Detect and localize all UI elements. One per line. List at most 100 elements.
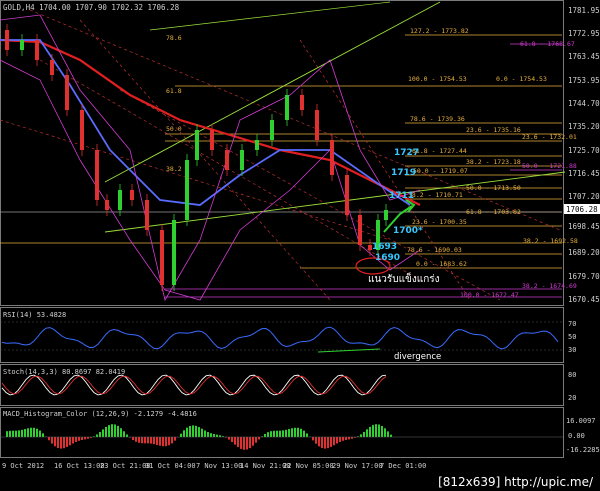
macd-bar: [348, 437, 350, 440]
fib-label: 50.0 - 1721.88: [522, 162, 577, 170]
macd-bar: [306, 433, 308, 437]
macd-bar: [174, 437, 176, 441]
current-price-marker: 1706.28: [564, 204, 600, 214]
macd-bar: [81, 437, 83, 440]
macd-bar: [288, 429, 290, 437]
macd-bar: [384, 428, 386, 437]
macd-bar: [105, 426, 107, 437]
macd-bar: [318, 437, 320, 447]
candle-body: [358, 215, 362, 245]
price-tick: 1689.20: [568, 248, 600, 257]
time-tick: 31 Oct 04:00: [145, 462, 196, 470]
macd-bar: [321, 437, 323, 449]
macd-bar: [165, 437, 167, 447]
macd-bar: [258, 437, 260, 440]
price-tick: 1753.95: [568, 76, 600, 85]
macd-bar: [78, 437, 80, 441]
candle-body: [35, 40, 39, 60]
macd-bar: [267, 432, 269, 437]
fib-label: 61.8: [166, 87, 182, 95]
macd-tick: -16.2285: [566, 446, 600, 454]
macd-bar: [186, 427, 188, 437]
level-annotation: 1690: [375, 253, 400, 263]
macd-bar: [117, 425, 119, 437]
macd-bar: [120, 428, 122, 437]
macd-bar: [24, 429, 26, 437]
candle-body: [145, 200, 149, 230]
macd-bar: [54, 437, 56, 447]
macd-bar: [291, 428, 293, 437]
candle-body: [95, 150, 99, 200]
macd-bar: [387, 431, 389, 437]
macd-bar: [339, 437, 341, 442]
candle-body: [172, 220, 176, 285]
current-price-label: 1706.28: [566, 205, 598, 214]
chart-canvas[interactable]: GOLD,H4 1704.00 1707.90 1702.32 1706.28 …: [0, 0, 600, 491]
candle-body: [160, 230, 164, 285]
fib-label: 38.2 - 1723.18: [466, 158, 521, 166]
macd-bar: [207, 432, 209, 437]
candle-body: [105, 200, 109, 210]
fib-label: 38.2 - 1710.71: [408, 191, 463, 199]
fib-label: 23.6 - 1735.16: [466, 126, 521, 134]
macd-bar: [270, 431, 272, 437]
fib-label: 0.0 - 1754.53: [496, 75, 547, 83]
macd-bar: [216, 434, 218, 437]
time-tick: 9 Oct 2012: [2, 462, 44, 470]
macd-bar: [390, 434, 392, 437]
level-annotation: 1693: [372, 242, 397, 252]
macd-bar: [66, 437, 68, 447]
fib-label: 78.6 - 1690.03: [407, 246, 462, 254]
divergence-annotation: divergence: [394, 352, 441, 362]
candle-body: [270, 120, 274, 140]
macd-bar: [102, 429, 104, 437]
candle-body: [195, 130, 199, 160]
macd-bar: [114, 424, 116, 437]
price-tick: 1707.20: [568, 192, 600, 201]
macd-bar: [282, 430, 284, 437]
macd-bar: [183, 430, 185, 437]
candle-body: [225, 150, 229, 170]
candle-body: [118, 190, 122, 210]
candle-body: [80, 110, 84, 150]
macd-bar: [123, 431, 125, 437]
macd-bar: [312, 437, 314, 441]
candle-body: [315, 110, 319, 140]
macd-bar: [144, 437, 146, 444]
candle-body: [255, 140, 259, 150]
macd-bar: [219, 435, 221, 437]
time-tick: 23 Oct 21:00: [100, 462, 151, 470]
price-tick: 1772.95: [568, 29, 600, 38]
macd-bar: [51, 437, 53, 444]
macd-bar: [39, 430, 41, 437]
macd-bar: [315, 437, 317, 444]
candle-body: [240, 150, 244, 170]
macd-bar: [345, 437, 347, 440]
macd-bar: [33, 427, 35, 437]
macd-bar: [171, 437, 173, 444]
price-tick: 1725.70: [568, 146, 600, 155]
macd-bar: [276, 430, 278, 437]
macd-bar: [243, 437, 245, 450]
macd-bar: [369, 426, 371, 437]
macd-label: MACD_Histogram_Color (12,26,9) -2.1279 -…: [3, 410, 197, 418]
candle-body: [300, 95, 304, 110]
price-tick: 1781.95: [568, 6, 600, 15]
time-tick: 29 Nov 17:00: [332, 462, 383, 470]
fib-label: 100.0 - 1754.53: [408, 75, 467, 83]
macd-bar: [336, 437, 338, 444]
candle-body: [210, 130, 214, 150]
macd-bar: [69, 437, 71, 446]
candle-body: [130, 190, 134, 200]
macd-bar: [273, 430, 275, 437]
fib-label: 61.8 - 1727.44: [412, 147, 467, 155]
fib-label: 0.0 - 1683.62: [416, 260, 467, 268]
time-tick: 7 Nov 13:00: [196, 462, 242, 470]
support-annotation: แนวรับแข็งแกร่ง: [368, 271, 440, 285]
macd-bar: [162, 437, 164, 447]
macd-bar: [192, 425, 194, 437]
fib-label: 38.2 - 1692.58: [523, 237, 578, 245]
fib-label: 50.0 - 1713.50: [466, 184, 521, 192]
macd-bar: [255, 437, 257, 443]
macd-bar: [60, 437, 62, 449]
